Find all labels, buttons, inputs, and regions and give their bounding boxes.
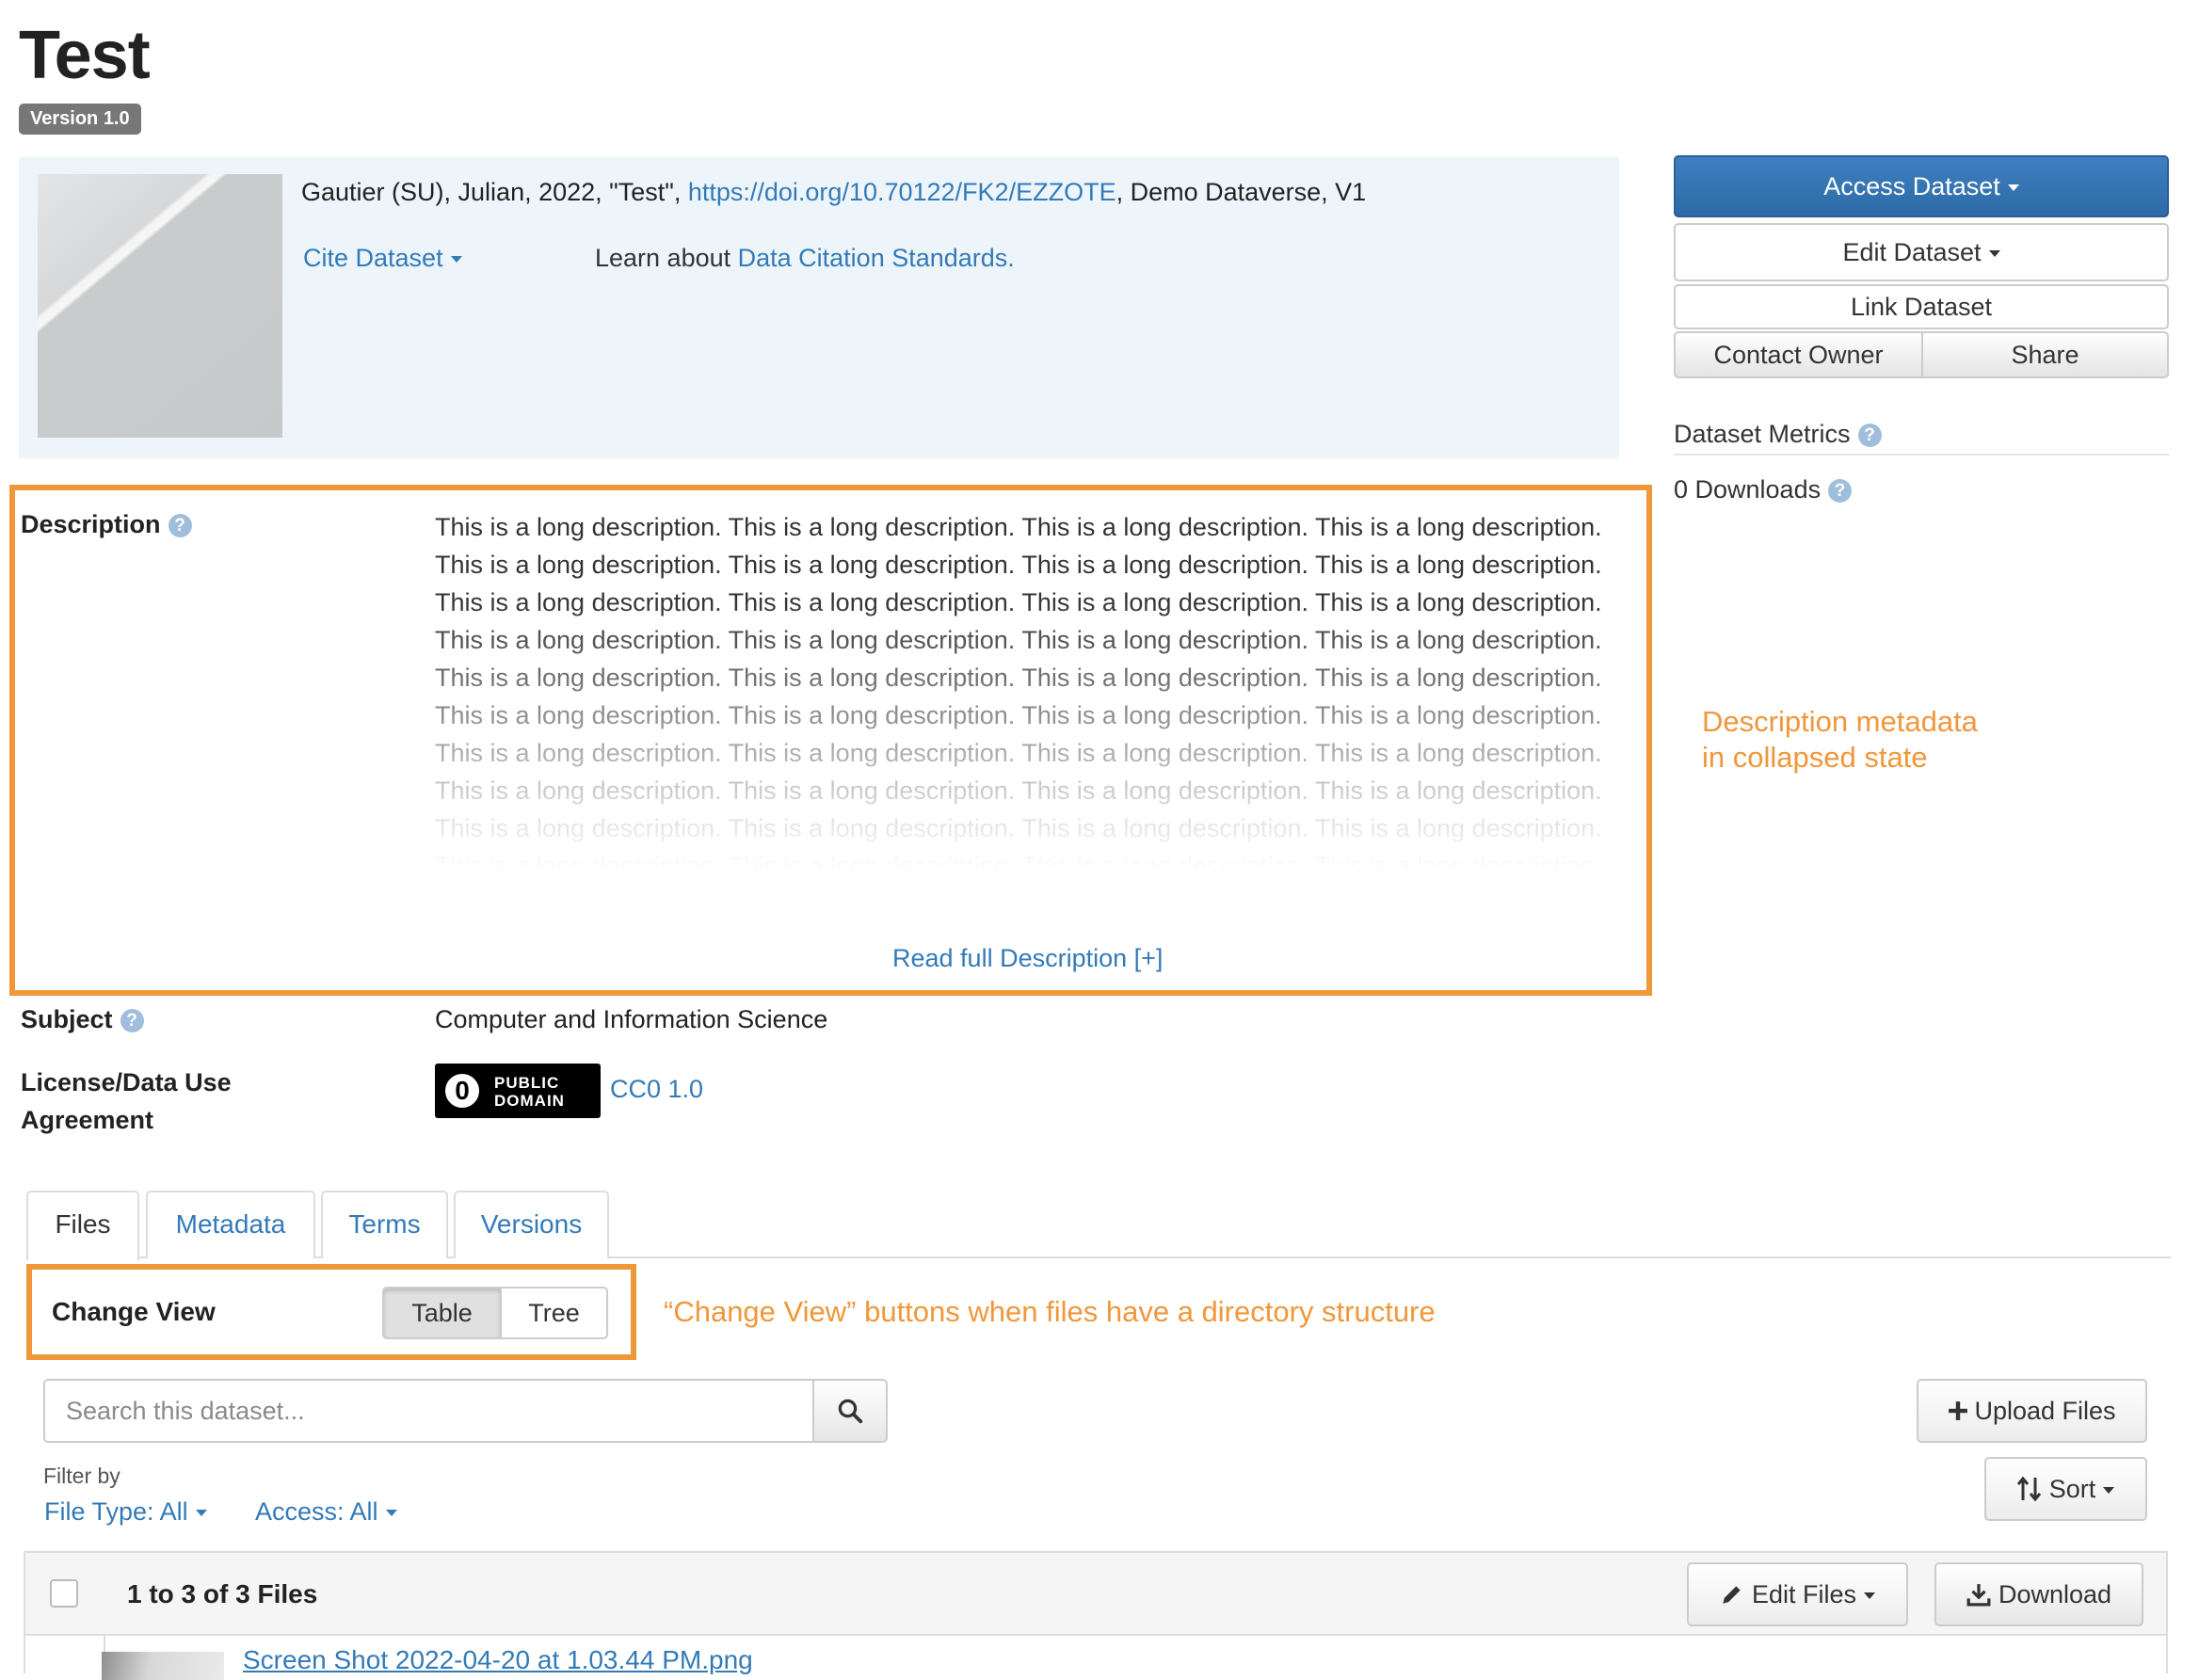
description-label-text: Description	[21, 510, 161, 538]
edit-dataset-button[interactable]: Edit Dataset	[1674, 223, 2169, 281]
learn-prefix: Learn about	[595, 244, 738, 272]
help-icon[interactable]: ?	[1857, 424, 1882, 447]
download-icon	[1966, 1584, 1991, 1607]
doi-link[interactable]: https://doi.org/10.70122/FK2/EZZOTE	[688, 178, 1116, 206]
metrics-divider	[1674, 454, 2169, 456]
share-button[interactable]: Share	[1921, 331, 2169, 378]
sort-icon	[2016, 1476, 2041, 1502]
edit-dataset-label: Edit Dataset	[1842, 238, 1982, 266]
subject-label-text: Subject	[21, 1005, 113, 1033]
subject-label: Subject?	[21, 1005, 144, 1034]
cite-dataset-label: Cite Dataset	[303, 244, 443, 272]
upload-files-label: Upload Files	[1974, 1397, 2116, 1425]
public-domain-badge: 0 PUBLIC DOMAIN	[435, 1064, 601, 1118]
filter-by-label: Filter by	[43, 1464, 120, 1488]
tab-terms[interactable]: Terms	[321, 1191, 448, 1258]
description-annotation: Description metadata in collapsed state	[1702, 705, 1978, 774]
tree-view-button[interactable]: Tree	[500, 1287, 608, 1339]
sort-label: Sort	[2048, 1475, 2096, 1503]
search-input[interactable]	[43, 1379, 815, 1443]
tab-metadata[interactable]: Metadata	[146, 1191, 315, 1258]
metrics-title-text: Dataset Metrics	[1674, 420, 1851, 448]
license-link[interactable]: CC0 1.0	[610, 1075, 703, 1104]
badge-line1: PUBLIC	[494, 1074, 560, 1092]
dataset-thumbnail	[38, 174, 282, 438]
cc-zero-icon: 0	[441, 1070, 483, 1112]
citation-text-after: , Demo Dataverse, V1	[1116, 178, 1367, 206]
citation-text: Gautier (SU), Julian, 2022, "Test", http…	[301, 178, 1366, 207]
file-type-filter[interactable]: File Type: All	[44, 1497, 207, 1527]
version-badge: Version 1.0	[19, 104, 141, 135]
chevron-down-icon	[2103, 1487, 2115, 1495]
dataset-metrics-title: Dataset Metrics?	[1674, 420, 1882, 449]
data-citation-standards-link[interactable]: Data Citation Standards.	[738, 244, 1015, 272]
file-name-link[interactable]: Screen Shot 2022-04-20 at 1.03.44 PM.png	[243, 1645, 753, 1675]
chevron-down-icon	[2007, 184, 2019, 192]
download-button[interactable]: Download	[1934, 1562, 2143, 1626]
access-filter[interactable]: Access: All	[255, 1497, 397, 1527]
badge-line2: DOMAIN	[494, 1092, 565, 1110]
public-domain-text: PUBLIC DOMAIN	[494, 1074, 565, 1110]
license-label: License/Data Use Agreement	[21, 1068, 232, 1134]
description-label: Description?	[21, 510, 192, 539]
select-all-checkbox[interactable]	[50, 1579, 78, 1608]
edit-files-label: Edit Files	[1751, 1580, 1857, 1608]
citation-box: Gautier (SU), Julian, 2022, "Test", http…	[19, 157, 1619, 458]
cite-dataset-button[interactable]: Cite Dataset	[303, 244, 462, 273]
download-label: Download	[1998, 1580, 2112, 1608]
files-count: 1 to 3 of 3 Files	[127, 1579, 318, 1608]
description-text: This is a long description. This is a lo…	[435, 513, 1602, 871]
upload-files-button[interactable]: Upload Files	[1917, 1379, 2147, 1443]
chevron-down-icon	[385, 1510, 397, 1517]
table-view-button[interactable]: Table	[382, 1287, 502, 1339]
tab-files[interactable]: Files	[26, 1191, 139, 1260]
plus-icon	[1949, 1400, 1968, 1420]
downloads-text: 0 Downloads	[1674, 475, 1822, 504]
learn-citation: Learn about Data Citation Standards.	[595, 244, 1015, 273]
access-filter-label: Access: All	[255, 1497, 378, 1526]
search-icon	[838, 1399, 863, 1424]
chevron-down-icon	[1988, 250, 2000, 258]
chevron-down-icon	[195, 1510, 207, 1517]
chevron-down-icon	[1864, 1592, 1876, 1600]
pencil-icon	[1723, 1586, 1741, 1604]
contact-owner-button[interactable]: Contact Owner	[1674, 331, 1923, 378]
chevron-down-icon	[450, 256, 462, 264]
help-icon[interactable]: ?	[168, 514, 192, 537]
citation-text-before: Gautier (SU), Julian, 2022, "Test",	[301, 178, 688, 206]
change-view-annotation: “Change View” buttons when files have a …	[664, 1295, 1436, 1328]
help-icon[interactable]: ?	[1828, 479, 1853, 503]
downloads-count: 0 Downloads?	[1674, 475, 1853, 504]
file-type-filter-label: File Type: All	[44, 1497, 188, 1526]
files-table-header: 1 to 3 of 3 Files Edit Files Download	[24, 1551, 2168, 1636]
access-dataset-button[interactable]: Access Dataset	[1674, 155, 2169, 217]
file-thumbnail[interactable]	[102, 1652, 224, 1680]
sort-button[interactable]: Sort	[1984, 1457, 2147, 1521]
subject-value: Computer and Information Science	[435, 1005, 828, 1033]
page-title: Test	[19, 18, 151, 93]
help-icon[interactable]: ?	[120, 1009, 144, 1032]
access-dataset-label: Access Dataset	[1823, 172, 2000, 200]
read-full-description-link[interactable]: Read full Description [+]	[892, 944, 1163, 973]
edit-files-button[interactable]: Edit Files	[1687, 1562, 1908, 1626]
link-dataset-button[interactable]: Link Dataset	[1674, 284, 2169, 329]
change-view-label: Change View	[52, 1297, 216, 1326]
tab-versions[interactable]: Versions	[454, 1191, 609, 1258]
search-button[interactable]	[812, 1379, 888, 1443]
